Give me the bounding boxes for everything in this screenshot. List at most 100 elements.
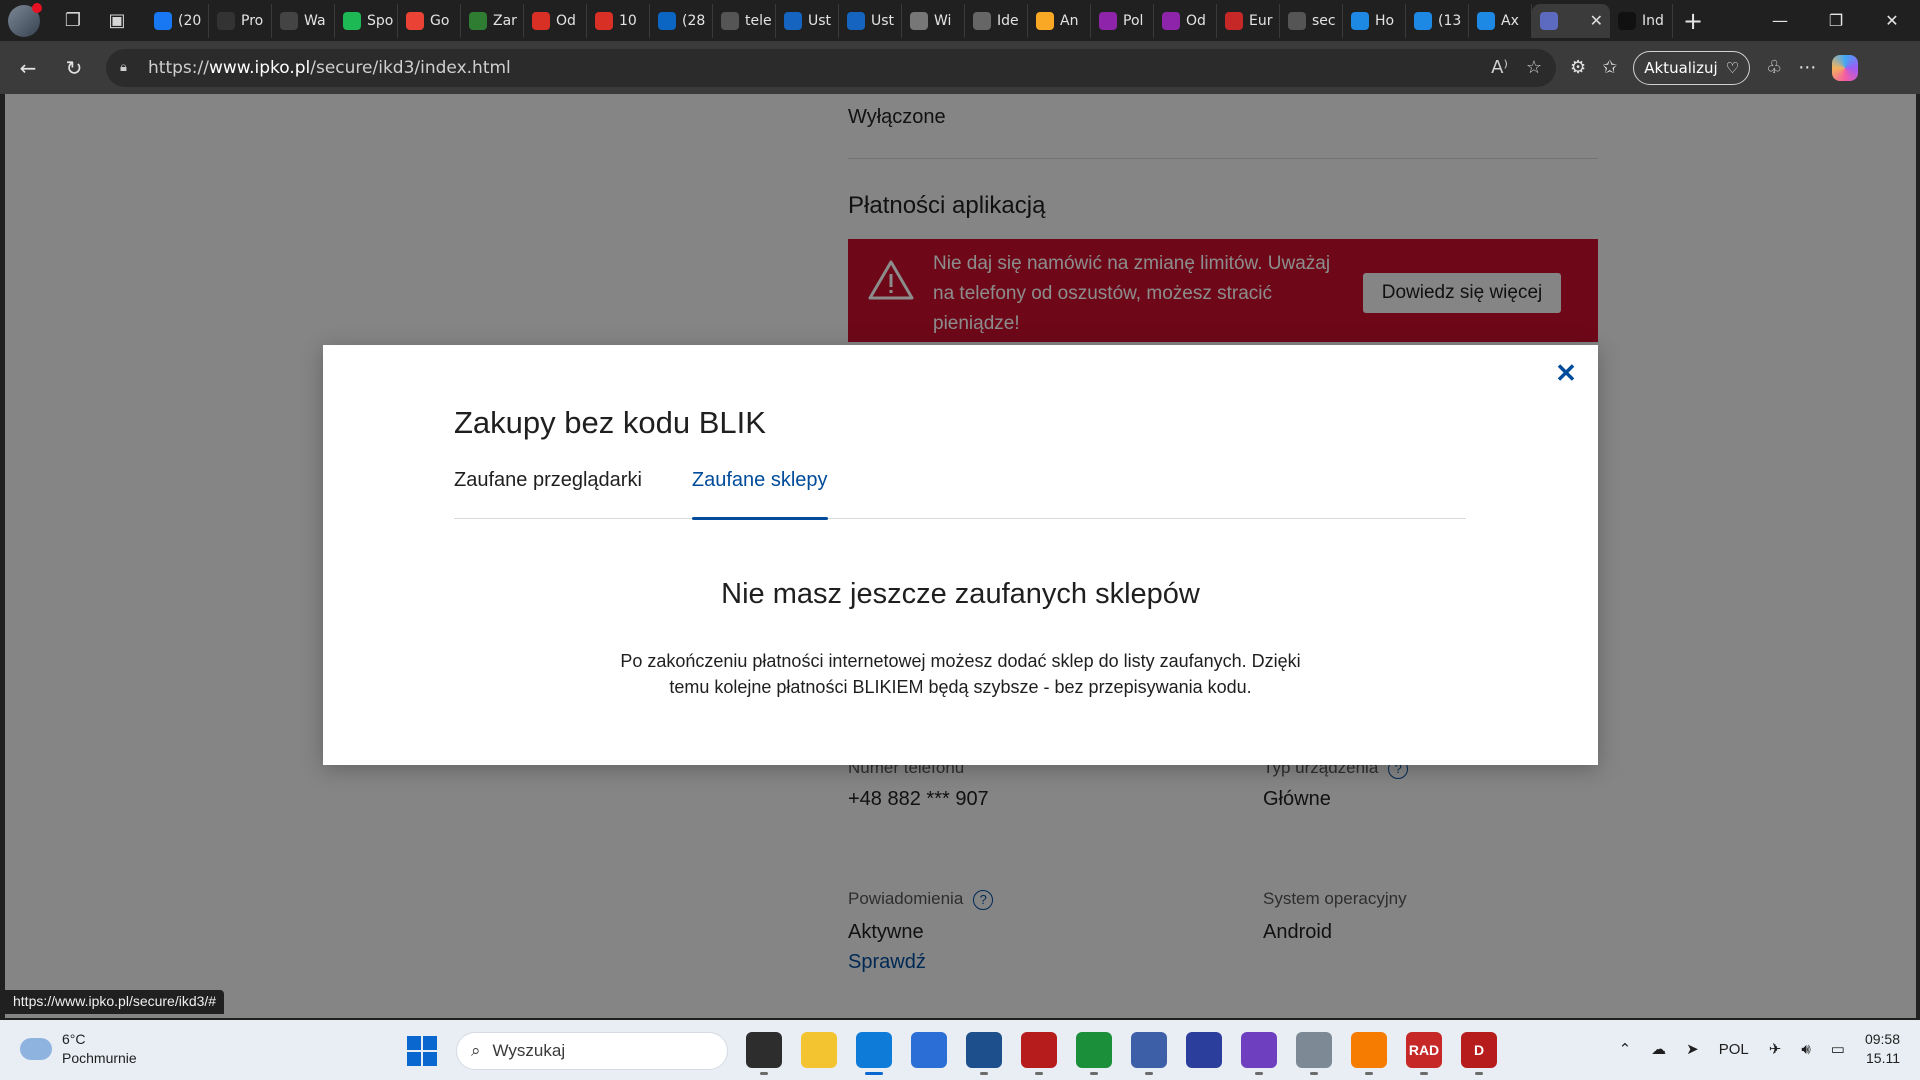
onedrive-icon[interactable]: ☁ bbox=[1651, 1040, 1666, 1058]
status-url-tooltip: https://www.ipko.pl/secure/ikd3/# bbox=[5, 990, 225, 1014]
browser-tab[interactable]: Go bbox=[398, 3, 461, 38]
rad-icon[interactable]: RAD bbox=[1406, 1032, 1442, 1068]
browser-tab[interactable]: Ust bbox=[776, 3, 839, 38]
tab-trusted-browsers[interactable]: Zaufane przeglądarki bbox=[454, 469, 642, 519]
tab-trusted-shops[interactable]: Zaufane sklepy bbox=[691, 469, 828, 520]
clock[interactable]: 09:58 15.11 bbox=[1865, 1030, 1900, 1068]
browser-tab[interactable]: Ho bbox=[1343, 3, 1406, 38]
d-icon[interactable]: D bbox=[1461, 1032, 1497, 1068]
browser-tab[interactable]: Od bbox=[524, 3, 587, 38]
tab-label: Ust bbox=[808, 12, 832, 29]
tab-label: (28 bbox=[682, 12, 706, 29]
copilot-icon[interactable] bbox=[1832, 54, 1859, 81]
at-icon bbox=[1351, 11, 1369, 30]
browser-tab[interactable]: ✕ bbox=[1532, 3, 1610, 38]
gmail-icon bbox=[532, 11, 550, 30]
browser-tab[interactable]: Zar bbox=[461, 3, 524, 38]
browser-tab[interactable]: Spo bbox=[335, 3, 398, 38]
chevron-up-icon[interactable]: ⌃ bbox=[1619, 1040, 1632, 1058]
browser-tab[interactable]: Wi bbox=[902, 3, 965, 38]
language-indicator[interactable]: POL bbox=[1719, 1041, 1749, 1058]
folder-icon[interactable] bbox=[801, 1032, 837, 1068]
back-icon[interactable]: ← bbox=[10, 50, 46, 86]
address-bar[interactable]: 🔒︎ https://www.ipko.pl/secure/ikd3/index… bbox=[106, 48, 1556, 87]
battery-icon[interactable]: ▭ bbox=[1831, 1040, 1845, 1058]
davinci-icon[interactable] bbox=[1021, 1032, 1057, 1068]
start-button[interactable] bbox=[407, 1036, 437, 1066]
gn-icon bbox=[217, 11, 235, 30]
search-icon bbox=[721, 11, 739, 30]
tab-actions-icon[interactable]: ▣ bbox=[102, 6, 132, 36]
refresh-icon[interactable]: ↻ bbox=[56, 50, 92, 86]
vlc-icon[interactable] bbox=[1351, 1032, 1387, 1068]
read-aloud-icon[interactable]: A⁾ bbox=[1491, 57, 1508, 78]
tab-label: Ust bbox=[871, 12, 895, 29]
date: 15.11 bbox=[1866, 1050, 1900, 1066]
close-icon[interactable]: ✕ bbox=[1552, 358, 1580, 388]
minimize-icon[interactable]: — bbox=[1752, 0, 1808, 41]
browser-tab[interactable]: Ax bbox=[1469, 3, 1532, 38]
browser-tab[interactable]: (13 bbox=[1406, 3, 1469, 38]
mail-icon bbox=[1414, 11, 1432, 30]
favorite-star-icon[interactable]: ☆ bbox=[1526, 57, 1542, 78]
tab-close-icon[interactable]: ✕ bbox=[1590, 11, 1603, 30]
tab-label: 10 bbox=[619, 12, 637, 29]
location-icon[interactable]: ➤ bbox=[1686, 1040, 1699, 1058]
browser-tab[interactable]: (20 bbox=[146, 3, 209, 38]
profile-avatar[interactable] bbox=[8, 2, 42, 37]
close-window-icon[interactable]: ✕ bbox=[1864, 0, 1920, 41]
disk-icon[interactable] bbox=[1296, 1032, 1332, 1068]
extensions-icon[interactable]: ⚙ bbox=[1570, 57, 1586, 78]
browser-tab[interactable]: Ide bbox=[965, 3, 1028, 38]
airplane-icon[interactable]: ✈ bbox=[1769, 1040, 1782, 1058]
browser-tab[interactable]: Pol bbox=[1091, 3, 1154, 38]
url-host: www.ipko.pl bbox=[208, 57, 311, 78]
save-icon[interactable] bbox=[1186, 1032, 1222, 1068]
modal-tabs: Zaufane przeglądarki Zaufane sklepy bbox=[454, 469, 1466, 520]
gmail-icon bbox=[595, 11, 613, 30]
cloud-icon bbox=[20, 1038, 52, 1060]
favorites-icon[interactable]: ✩ bbox=[1602, 57, 1617, 78]
browser-tab[interactable]: An bbox=[1028, 3, 1091, 38]
browser-tab[interactable]: (28 bbox=[650, 3, 713, 38]
browser-tab[interactable]: 10 bbox=[587, 3, 650, 38]
weather-widget[interactable]: 6°C Pochmurnie bbox=[20, 1030, 137, 1068]
tab-label: Eur bbox=[1249, 12, 1273, 29]
browser-essentials-icon[interactable]: ♧ bbox=[1766, 57, 1782, 78]
virtualbox-icon[interactable] bbox=[966, 1032, 1002, 1068]
workspaces-icon[interactable]: ❐ bbox=[58, 6, 88, 36]
browser-tab[interactable]: Eur bbox=[1217, 3, 1280, 38]
more-icon[interactable]: ⋯ bbox=[1798, 57, 1816, 78]
update-button[interactable]: Aktualizuj ♡ bbox=[1633, 50, 1751, 85]
temperature: 6°C bbox=[62, 1031, 86, 1047]
github-icon[interactable] bbox=[1241, 1032, 1277, 1068]
empty-state-title: Nie masz jeszcze zaufanych sklepów bbox=[721, 578, 1200, 610]
store-icon[interactable] bbox=[911, 1032, 947, 1068]
search-icon bbox=[1288, 11, 1306, 30]
tws-icon bbox=[280, 11, 298, 30]
eli-icon bbox=[784, 11, 802, 30]
time: 09:58 bbox=[1864, 1031, 1900, 1047]
lock-icon: 🔒︎ bbox=[120, 59, 127, 75]
tab-list: (20 Pro Wa Spo Go Zar Od 10 (28 tele Ust Ust Wi Ide An… bbox=[146, 0, 1673, 41]
taskbar-search[interactable]: ⌕ Wyszukaj bbox=[456, 1032, 728, 1070]
edge-icon[interactable] bbox=[856, 1032, 892, 1068]
volume-icon[interactable]: 🔊︎ bbox=[1801, 1041, 1810, 1058]
search-icon: ⌕ bbox=[471, 1041, 481, 1060]
app-green-icon[interactable] bbox=[1076, 1032, 1112, 1068]
browser-tab[interactable]: sec bbox=[1280, 3, 1343, 38]
browser-tab[interactable]: tele bbox=[713, 3, 776, 38]
taskbar: 6°C Pochmurnie ⌕ Wyszukaj RAD D ⌃ ☁ ➤ POL… bbox=[0, 1020, 1920, 1080]
browser-tab[interactable]: Ust bbox=[839, 3, 902, 38]
restore-icon[interactable]: ❐ bbox=[1808, 0, 1864, 41]
url-prefix: https:// bbox=[148, 57, 209, 78]
linkedin-icon bbox=[658, 11, 676, 30]
network-icon[interactable] bbox=[1131, 1032, 1167, 1068]
browser-tab[interactable]: Ind bbox=[1610, 3, 1673, 38]
file-manager-icon[interactable] bbox=[746, 1032, 782, 1068]
empty-state-description: Po zakończeniu płatności internetowej mo… bbox=[620, 651, 1301, 697]
browser-tab[interactable]: Pro bbox=[209, 3, 272, 38]
new-tab-icon[interactable]: + bbox=[1683, 7, 1703, 35]
browser-tab[interactable]: Od bbox=[1154, 3, 1217, 38]
browser-tab[interactable]: Wa bbox=[272, 3, 335, 38]
